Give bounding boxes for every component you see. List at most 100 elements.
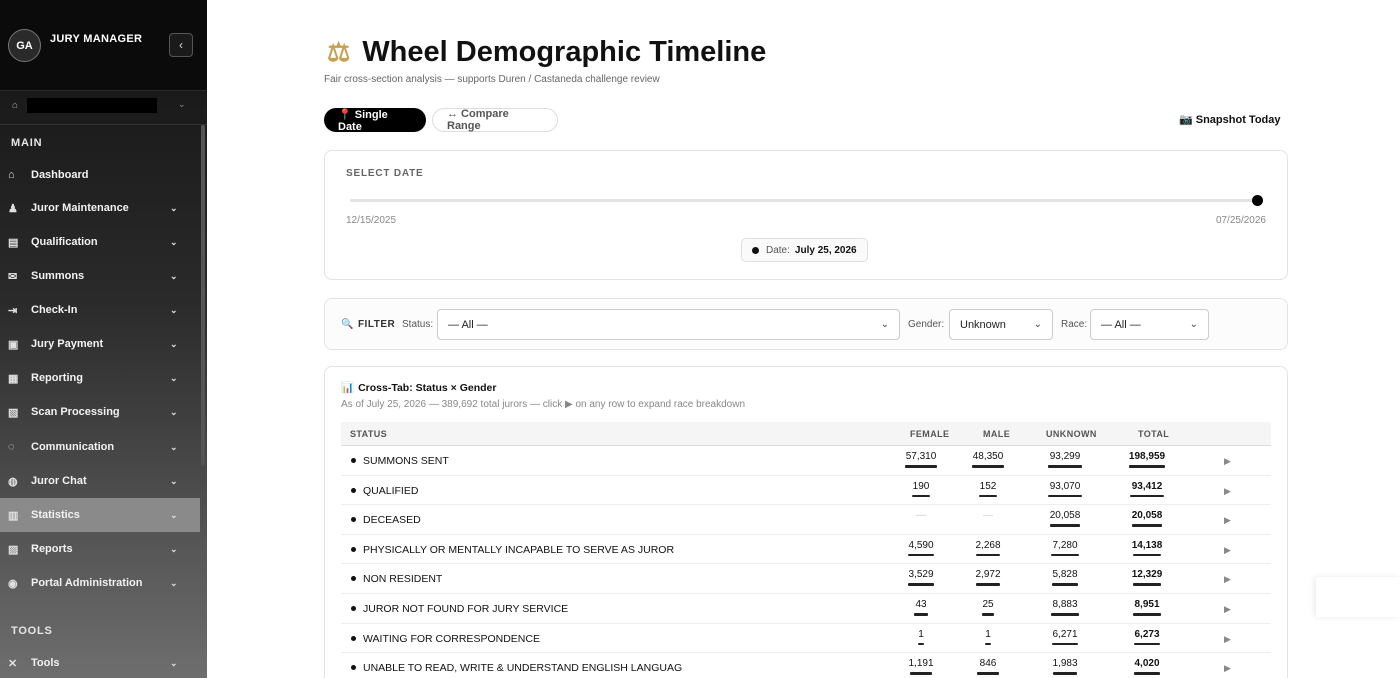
sidebar-item-statistics[interactable]: ▥ Statistics ⌄ bbox=[0, 498, 200, 532]
chevron-down-icon: ⌄ bbox=[170, 372, 178, 383]
male-bar bbox=[975, 553, 1001, 557]
sidebar-item-tools[interactable]: ✕ Tools ⌄ bbox=[0, 646, 200, 678]
chevron-down-icon: ⌄ bbox=[170, 236, 178, 247]
male-value: 48,350 bbox=[972, 451, 1004, 462]
avatar[interactable]: GA bbox=[8, 29, 41, 62]
expand-row-button[interactable]: ▶ bbox=[1224, 604, 1231, 615]
table-row[interactable]: UNABLE TO READ, WRITE & UNDERSTAND ENGLI… bbox=[341, 653, 1271, 678]
total-cell: 198,959 bbox=[1117, 451, 1177, 468]
table-row[interactable]: JUROR NOT FOUND FOR JURY SERVICE 43 25 8,88… bbox=[341, 594, 1271, 624]
male-bar bbox=[985, 642, 991, 646]
sidebar-item-reports[interactable]: ▨ Reports ⌄ bbox=[0, 532, 200, 566]
juror-chat-icon: ◍ bbox=[8, 475, 18, 488]
column-header-total[interactable]: TOTAL bbox=[1138, 429, 1169, 439]
expand-row-button[interactable]: ▶ bbox=[1224, 486, 1231, 497]
sidebar-item-juror-maintenance[interactable]: ♟ Juror Maintenance ⌄ bbox=[0, 191, 200, 225]
sidebar-item-label: Statistics bbox=[31, 509, 80, 521]
sidebar-item-dashboard[interactable]: ⌂ Dashboard bbox=[0, 158, 200, 192]
sidebar-item-jury-payment[interactable]: ▣ Jury Payment ⌄ bbox=[0, 327, 200, 361]
scales-icon: ⚖ bbox=[327, 37, 351, 67]
date-slider-handle[interactable] bbox=[1252, 195, 1263, 206]
table-row[interactable]: NON RESIDENT 3,529 2,972 5,828 12,329 ▶ bbox=[341, 564, 1271, 594]
male-cell: — bbox=[958, 510, 1018, 521]
total-cell: 20,058 bbox=[1117, 510, 1177, 527]
chevron-down-icon: ⌄ bbox=[1189, 319, 1198, 330]
unknown-value: 93,070 bbox=[1049, 480, 1081, 492]
total-cell: 12,329 bbox=[1117, 569, 1177, 586]
bar-chart-icon: 📊 bbox=[341, 382, 355, 394]
sidebar-item-check-in[interactable]: ⇥ Check-In ⌄ bbox=[0, 293, 200, 327]
unknown-cell: 1,983 bbox=[1035, 658, 1095, 675]
crosstab-title: 📊 Cross-Tab: Status × Gender bbox=[341, 382, 497, 394]
expand-row-button[interactable]: ▶ bbox=[1224, 663, 1231, 674]
female-bar bbox=[904, 465, 938, 468]
nav-section-tools: TOOLS bbox=[11, 625, 53, 637]
race-filter-label: Race: bbox=[1061, 319, 1088, 330]
collapse-sidebar-button[interactable]: ‹ bbox=[169, 33, 193, 57]
sidebar-item-qualification[interactable]: ▤ Qualification ⌄ bbox=[0, 225, 200, 259]
table-row[interactable]: PHYSICALLY OR MENTALLY INCAPABLE TO SERV… bbox=[341, 535, 1271, 565]
table-row[interactable]: QUALIFIED 190 152 93,070 93,412 ▶ bbox=[341, 476, 1271, 506]
portal-administration-icon: ◉ bbox=[8, 577, 18, 590]
reports-icon: ▨ bbox=[8, 543, 19, 556]
sidebar-item-label: Qualification bbox=[31, 236, 98, 248]
compare-range-button[interactable]: ↔ Compare Range bbox=[432, 108, 558, 132]
chevron-down-icon: ⌄ bbox=[170, 270, 178, 281]
race-filter-select[interactable]: — All — ⌄ bbox=[1090, 309, 1209, 340]
gender-filter-select[interactable]: Unknown ⌄ bbox=[949, 309, 1053, 340]
column-header-unknown[interactable]: UNKNOWN bbox=[1046, 429, 1097, 439]
status-filter-select[interactable]: — All — ⌄ bbox=[437, 309, 900, 340]
sidebar-item-communication[interactable]: ◌ Communication ⌄ bbox=[0, 430, 200, 464]
single-date-button[interactable]: 📍 Single Date bbox=[324, 108, 426, 133]
expand-row-button[interactable]: ▶ bbox=[1224, 456, 1231, 467]
table-row[interactable]: WAITING FOR CORRESPONDENCE 1 1 6,271 6,273 ▶ bbox=[341, 624, 1271, 654]
snapshot-today-button[interactable]: 📷 Snapshot Today bbox=[1179, 113, 1281, 126]
sidebar-item-reporting[interactable]: ▦ Reporting ⌄ bbox=[0, 361, 200, 395]
unknown-bar bbox=[1051, 553, 1079, 557]
column-header-male[interactable]: MALE bbox=[983, 429, 1010, 439]
expand-row-button[interactable]: ▶ bbox=[1224, 634, 1231, 645]
status-cell: JUROR NOT FOUND FOR JURY SERVICE bbox=[363, 603, 569, 615]
sidebar-item-portal-administration[interactable]: ◉ Portal Administration ⌄ bbox=[0, 566, 200, 600]
total-bar bbox=[1130, 494, 1164, 498]
total-bar bbox=[1129, 465, 1165, 468]
status-dot-icon bbox=[351, 635, 356, 641]
tools-icon: ✕ bbox=[8, 657, 18, 670]
unknown-bar bbox=[1051, 642, 1079, 646]
male-value: 2,268 bbox=[975, 539, 1001, 551]
page-title-text: Wheel Demographic Timeline bbox=[362, 36, 767, 68]
column-header-female[interactable]: FEMALE bbox=[910, 429, 949, 439]
female-bar bbox=[912, 494, 930, 498]
total-cell: 14,138 bbox=[1117, 540, 1177, 557]
unknown-bar bbox=[1051, 613, 1079, 616]
expand-row-button[interactable]: ▶ bbox=[1224, 545, 1231, 556]
status-cell: PHYSICALLY OR MENTALLY INCAPABLE TO SERV… bbox=[363, 543, 675, 556]
communication-icon: ◌ bbox=[8, 441, 15, 453]
total-cell: 4,020 bbox=[1117, 658, 1177, 675]
dashboard-icon: ⌂ bbox=[8, 169, 15, 181]
table-row[interactable]: DECEASED — — 20,058 20,058 ▶ bbox=[341, 505, 1271, 535]
status-dot-icon bbox=[351, 458, 356, 463]
sidebar-scrollbar[interactable] bbox=[201, 125, 205, 465]
status-cell: NON RESIDENT bbox=[363, 573, 443, 586]
expand-row-button[interactable]: ▶ bbox=[1224, 574, 1231, 585]
expand-row-button[interactable]: ▶ bbox=[1224, 515, 1231, 526]
sidebar-item-juror-chat[interactable]: ◍ Juror Chat ⌄ bbox=[0, 464, 200, 498]
date-slider-track[interactable] bbox=[350, 199, 1258, 202]
unknown-cell: 93,299 bbox=[1035, 451, 1095, 468]
column-header-status[interactable]: STATUS bbox=[350, 429, 387, 439]
sidebar-item-scan-processing[interactable]: ▧ Scan Processing ⌄ bbox=[0, 395, 200, 429]
chevron-down-icon: ⌄ bbox=[170, 441, 178, 452]
chevron-down-icon: ⌄ bbox=[178, 99, 186, 109]
organization-selector[interactable]: ⌂ ⌄ bbox=[0, 90, 207, 125]
filter-title: 🔍 FILTER bbox=[341, 319, 396, 330]
main-content: ⚖ Wheel Demographic Timeline Fair cross-… bbox=[207, 0, 1400, 678]
unknown-cell: 7,280 bbox=[1035, 540, 1095, 557]
scan-processing-icon: ▧ bbox=[8, 406, 19, 419]
total-cell: 6,273 bbox=[1117, 629, 1177, 646]
chevron-down-icon: ⌄ bbox=[170, 475, 178, 486]
male-bar bbox=[981, 613, 995, 616]
floating-panel bbox=[1316, 577, 1400, 617]
table-row[interactable]: SUMMONS SENT 57,310 48,350 93,299 198,959 ▶ bbox=[341, 446, 1271, 476]
sidebar-item-summons[interactable]: ✉ Summons ⌄ bbox=[0, 259, 200, 293]
